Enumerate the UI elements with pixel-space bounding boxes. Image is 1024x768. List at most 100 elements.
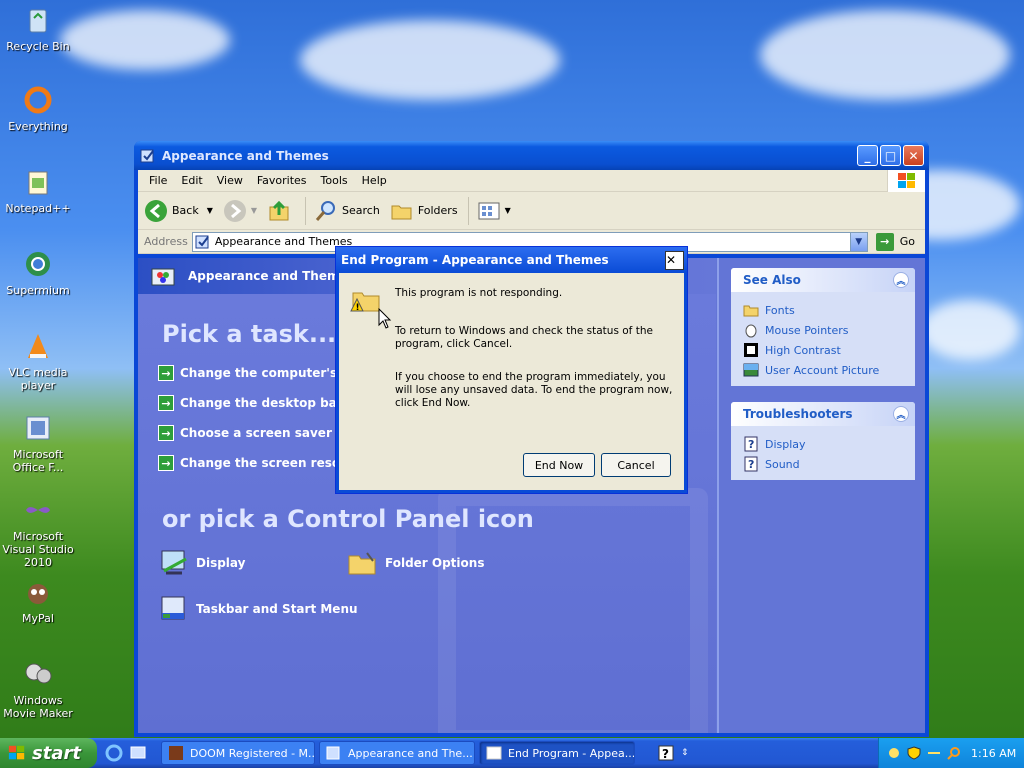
close-button[interactable]: ✕	[903, 145, 924, 166]
help-icon[interactable]: ?	[657, 744, 675, 762]
maximize-button[interactable]: □	[880, 145, 901, 166]
show-desktop-icon[interactable]	[129, 744, 147, 762]
minimize-icon: _	[864, 148, 871, 163]
folders-label: Folders	[417, 204, 458, 217]
link-troubleshoot-sound[interactable]: ? Sound	[743, 454, 903, 474]
start-label: start	[32, 742, 81, 764]
dialog-close-button[interactable]: ✕	[665, 250, 684, 270]
link-fonts[interactable]: Fonts	[743, 300, 903, 320]
desktop-icon-everything[interactable]: Everything	[0, 84, 76, 133]
network-icon[interactable]	[927, 746, 941, 760]
see-also-title: See Also	[743, 273, 801, 287]
language-bar-options-icon[interactable]: ⇕	[681, 748, 689, 758]
folders-icon	[391, 205, 412, 219]
address-dropdown-button[interactable]: ▼	[849, 232, 867, 251]
desktop-icon-label: VLC media player	[8, 366, 68, 392]
address-value: Appearance and Themes	[214, 235, 353, 248]
green-arrow-icon: →	[158, 455, 174, 471]
cp-label: Folder Options	[385, 556, 485, 570]
link-high-contrast[interactable]: High Contrast	[743, 340, 903, 360]
views-icon	[478, 202, 500, 219]
task-screen-saver[interactable]: → Choose a screen saver	[158, 425, 332, 441]
desktop-icon-label: Supermium	[6, 284, 70, 297]
cp-display[interactable]: Display	[158, 547, 245, 579]
taskbar-item-end-program[interactable]: End Program - Appea...	[479, 741, 635, 765]
troubleshooters-panel: Troubleshooters ︽ ? Display ? Sound	[731, 402, 915, 480]
taskbar-item-appearance[interactable]: Appearance and The...	[319, 741, 475, 765]
desktop-icon-recycle-bin[interactable]: Recycle Bin	[0, 4, 76, 53]
vlc-icon	[28, 334, 48, 358]
start-button[interactable]: start	[0, 738, 97, 768]
desktop-icon-notepad[interactable]: Notepad++	[0, 166, 76, 215]
tray-settings-icon[interactable]	[887, 746, 901, 760]
internet-explorer-icon[interactable]	[105, 744, 123, 762]
search-icon	[315, 200, 336, 221]
search-button[interactable]: Search	[314, 199, 380, 223]
menu-help[interactable]: Help	[355, 174, 394, 187]
see-also-panel: See Also ︽ Fonts Mouse Pointers High Con…	[731, 268, 915, 386]
desktop-icon-supermium[interactable]: Supermium	[0, 248, 76, 297]
forward-arrow-icon	[223, 199, 246, 222]
windows-logo	[887, 170, 925, 192]
close-icon: ✕	[908, 148, 919, 163]
menu-edit[interactable]: Edit	[174, 174, 209, 187]
control-panel-icon	[195, 235, 209, 248]
collapse-chevron-icon[interactable]: ︽	[893, 406, 909, 422]
security-shield-icon[interactable]	[907, 746, 921, 760]
clock[interactable]: 1:16 AM	[971, 747, 1016, 760]
mouse-cursor-icon	[378, 308, 392, 329]
desktop-icon-office[interactable]: Microsoft Office F...	[0, 412, 76, 474]
desktop-icon-mypal[interactable]: MyPal	[0, 576, 76, 625]
cp-folder-options[interactable]: Folder Options	[347, 547, 484, 579]
search-tray-icon[interactable]	[947, 746, 961, 760]
menu-bar: File Edit View Favorites Tools Help	[138, 170, 925, 192]
close-icon: ✕	[666, 253, 677, 267]
up-folder-button[interactable]	[267, 199, 295, 223]
folders-button[interactable]: Folders	[390, 199, 458, 223]
cancel-button[interactable]: Cancel	[601, 453, 671, 477]
see-also-header[interactable]: See Also ︽	[731, 268, 915, 292]
menu-favorites[interactable]: Favorites	[250, 174, 314, 187]
minimize-button[interactable]: _	[857, 145, 878, 166]
desktop-icon-visual-studio[interactable]: Microsoft Visual Studio 2010	[0, 494, 76, 569]
collapse-chevron-icon[interactable]: ︽	[893, 272, 909, 288]
taskbar-item-label: DOOM Registered - M...	[190, 746, 315, 760]
windows-flag-icon	[8, 745, 25, 760]
system-tray: 1:16 AM	[878, 738, 1024, 768]
link-label: Fonts	[765, 303, 795, 317]
visual-studio-icon	[26, 507, 50, 513]
desktop-icon-vlc[interactable]: VLC media player	[0, 330, 76, 392]
end-now-button[interactable]: End Now	[523, 453, 595, 477]
window-titlebar[interactable]: Appearance and Themes _ □ ✕	[134, 141, 929, 170]
link-mouse-pointers[interactable]: Mouse Pointers	[743, 320, 903, 340]
menu-file[interactable]: File	[142, 174, 174, 187]
views-button[interactable]: ▼	[477, 199, 511, 223]
back-button[interactable]: Back ▼	[144, 199, 213, 223]
quick-launch	[105, 744, 153, 762]
mypal-icon	[28, 584, 48, 604]
svg-text:!: !	[356, 303, 360, 313]
desktop-icon-movie-maker[interactable]: Windows Movie Maker	[0, 658, 76, 720]
troubleshooters-header[interactable]: Troubleshooters ︽	[731, 402, 915, 426]
taskbar-item-doom[interactable]: DOOM Registered - M...	[161, 741, 315, 765]
go-label: Go	[899, 235, 915, 248]
menu-view[interactable]: View	[210, 174, 250, 187]
desktop-icon-label: Microsoft Office F...	[12, 448, 64, 474]
user-picture-icon	[743, 363, 759, 377]
category-title: Appearance and Themes	[188, 269, 355, 283]
mouse-icon	[745, 324, 757, 338]
cp-taskbar-start-menu[interactable]: Taskbar and Start Menu	[158, 593, 358, 625]
dialog-titlebar[interactable]: End Program - Appearance and Themes ✕	[336, 247, 687, 273]
back-dropdown-icon[interactable]: ▼	[207, 206, 213, 215]
forward-dropdown-icon[interactable]: ▼	[251, 206, 257, 215]
toolbar-separator	[467, 196, 469, 225]
link-user-account-picture[interactable]: User Account Picture	[743, 360, 903, 380]
side-pane: See Also ︽ Fonts Mouse Pointers High Con…	[717, 258, 925, 733]
go-button[interactable]: → Go	[875, 232, 915, 251]
desktop-icon-label: MyPal	[22, 612, 54, 625]
menu-tools[interactable]: Tools	[314, 174, 355, 187]
link-troubleshoot-display[interactable]: ? Display	[743, 434, 903, 454]
forward-button[interactable]: ▼	[223, 199, 257, 223]
control-panel-icon	[326, 746, 340, 760]
dialog-message-cancel: To return to Windows and check the statu…	[395, 325, 653, 350]
